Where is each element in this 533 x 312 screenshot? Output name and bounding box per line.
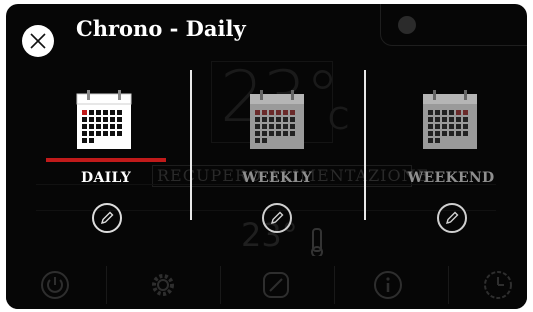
bottom-bar-separator <box>334 266 335 304</box>
power-icon <box>41 271 69 299</box>
tab-weekly[interactable]: WEEKLY <box>202 90 352 240</box>
edit-square-icon <box>263 272 289 298</box>
page-title: Chrono - Daily <box>76 16 246 41</box>
edit-weekly-button[interactable] <box>262 203 292 233</box>
calendar-icon <box>250 90 304 149</box>
tab-daily-label: DAILY <box>81 170 131 186</box>
panel: 23° C RECUPERO ALIMENTAZIONE 23° Chrono … <box>6 4 527 309</box>
close-icon <box>30 33 46 49</box>
power-button[interactable] <box>40 270 70 300</box>
calendar-icon <box>76 90 132 149</box>
info-icon <box>374 271 402 299</box>
pencil-icon <box>100 211 114 225</box>
pencil-icon <box>445 211 459 225</box>
tab-daily[interactable]: DAILY <box>31 90 181 240</box>
tab-weekend-label: WEEKEND <box>407 170 495 186</box>
pencil-icon <box>270 211 284 225</box>
settings-button[interactable] <box>148 270 178 300</box>
close-button[interactable] <box>22 25 54 57</box>
info-button[interactable] <box>373 270 403 300</box>
clock-button[interactable] <box>483 270 513 300</box>
gear-icon <box>152 274 174 296</box>
edit-button[interactable] <box>261 270 291 300</box>
active-tab-indicator <box>46 158 166 162</box>
edit-daily-button[interactable] <box>92 203 122 233</box>
edit-weekend-button[interactable] <box>437 203 467 233</box>
bottom-bar-separator <box>220 266 221 304</box>
tab-weekend[interactable]: WEEKEND <box>376 90 526 240</box>
info-icon <box>398 16 416 34</box>
tab-weekly-label: WEEKLY <box>242 170 312 186</box>
bottom-bar-separator <box>448 266 449 304</box>
calendar-icon <box>423 90 477 149</box>
bottom-bar-separator <box>106 266 107 304</box>
column-divider <box>190 70 192 220</box>
screen: 23° C RECUPERO ALIMENTAZIONE 23° Chrono … <box>0 0 533 312</box>
bottom-bar <box>6 256 527 309</box>
column-divider <box>364 70 366 220</box>
clock-icon <box>484 271 512 299</box>
